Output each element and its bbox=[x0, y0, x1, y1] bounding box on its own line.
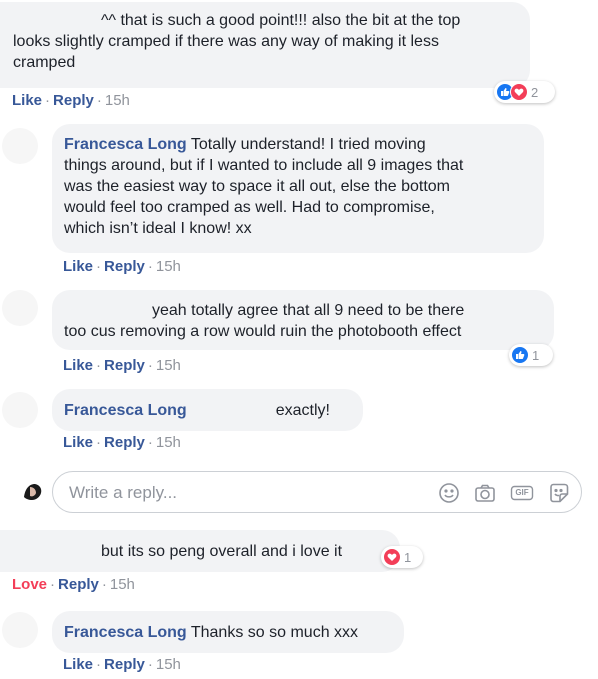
timestamp[interactable]: 15h bbox=[110, 576, 135, 593]
reply-link[interactable]: Reply bbox=[104, 258, 145, 275]
user-avatar[interactable] bbox=[18, 475, 46, 503]
reply-link[interactable]: Reply bbox=[53, 92, 94, 109]
comment-text-line: too cus removing a row would ruin the ph… bbox=[64, 323, 462, 340]
gif-label: GIF bbox=[515, 488, 529, 497]
reaction-count: 1 bbox=[404, 549, 412, 565]
timestamp[interactable]: 15h bbox=[156, 357, 181, 374]
comment-actions: Like · Reply · 15h bbox=[63, 656, 181, 673]
comment-bubble: ^^ that is such a good point!!! also the… bbox=[0, 2, 530, 88]
comment-bubble: yeah totally agree that all 9 need to be… bbox=[52, 290, 554, 350]
comment-text-line: looks slightly cramped if there was any … bbox=[13, 33, 439, 50]
comment-text-line: yeah totally agree that all 9 need to be… bbox=[152, 302, 465, 319]
reply-link[interactable]: Reply bbox=[104, 656, 145, 673]
like-link[interactable]: Like bbox=[63, 656, 93, 673]
comment-author[interactable]: Francesca Long bbox=[64, 402, 187, 419]
comment-text-line: Totally understand! I tried moving bbox=[190, 136, 426, 153]
comment-author[interactable]: Francesca Long bbox=[64, 136, 187, 153]
comment-bubble: but its so peng overall and i love it bbox=[0, 530, 400, 572]
gif-icon[interactable]: GIF bbox=[510, 482, 534, 504]
reaction-count: 2 bbox=[531, 84, 539, 100]
comment-author[interactable]: Francesca Long bbox=[64, 624, 187, 641]
emoji-icon[interactable] bbox=[438, 482, 460, 504]
sticker-icon[interactable] bbox=[548, 482, 570, 504]
comment-actions: Like · Reply · 15h bbox=[63, 258, 181, 275]
comment-bubble: Francesca Long exactly! bbox=[52, 389, 363, 431]
comment-text-line: would feel too cramped as well. Had to c… bbox=[64, 199, 435, 216]
reply-link[interactable]: Reply bbox=[58, 576, 99, 593]
comment-actions: Like · Reply · 15h bbox=[12, 92, 130, 109]
like-link[interactable]: Like bbox=[63, 434, 93, 451]
comment-bubble: Francesca Long Totally understand! I tri… bbox=[52, 124, 544, 253]
comment-text-line: cramped bbox=[13, 54, 76, 71]
comment-text-line: which isn’t ideal I know! xx bbox=[64, 220, 252, 237]
camera-icon[interactable] bbox=[474, 482, 496, 504]
avatar[interactable] bbox=[2, 392, 38, 428]
comment-text-line: ^^ that is such a good point!!! also the… bbox=[101, 12, 461, 29]
comment-actions: Love · Reply · 15h bbox=[12, 576, 135, 593]
avatar[interactable] bbox=[2, 128, 38, 164]
comment-bubble: Francesca Long Thanks so so much xxx bbox=[52, 611, 404, 653]
comment-text-line: was the easiest way to space it all out,… bbox=[64, 178, 450, 195]
love-link[interactable]: Love bbox=[12, 576, 47, 593]
timestamp[interactable]: 15h bbox=[156, 434, 181, 451]
timestamp[interactable]: 15h bbox=[156, 656, 181, 673]
comment-text: Thanks so so much xxx bbox=[190, 624, 359, 641]
love-reaction-icon bbox=[383, 548, 401, 566]
timestamp[interactable]: 15h bbox=[105, 92, 130, 109]
like-link[interactable]: Like bbox=[63, 258, 93, 275]
avatar[interactable] bbox=[2, 290, 38, 326]
like-reaction-icon bbox=[511, 346, 529, 364]
reactions-summary[interactable]: 1 bbox=[509, 344, 553, 366]
avatar[interactable] bbox=[2, 612, 38, 648]
reaction-count: 1 bbox=[532, 347, 540, 363]
like-link[interactable]: Like bbox=[12, 92, 42, 109]
reactions-summary[interactable]: 1 bbox=[381, 546, 423, 568]
reactions-summary[interactable]: 2 bbox=[494, 81, 555, 103]
comment-actions: Like · Reply · 15h bbox=[63, 357, 181, 374]
comment-text: but its so peng overall and i love it bbox=[101, 543, 343, 560]
comment-actions: Like · Reply · 15h bbox=[63, 434, 181, 451]
timestamp[interactable]: 15h bbox=[156, 258, 181, 275]
reply-input[interactable] bbox=[67, 481, 411, 505]
reply-link[interactable]: Reply bbox=[104, 434, 145, 451]
love-reaction-icon bbox=[510, 83, 528, 101]
like-link[interactable]: Like bbox=[63, 357, 93, 374]
reply-link[interactable]: Reply bbox=[104, 357, 145, 374]
reply-box: GIF bbox=[52, 471, 582, 513]
comment-text-line: things around, but if I wanted to includ… bbox=[64, 157, 464, 174]
comment-text: exactly! bbox=[275, 402, 330, 419]
